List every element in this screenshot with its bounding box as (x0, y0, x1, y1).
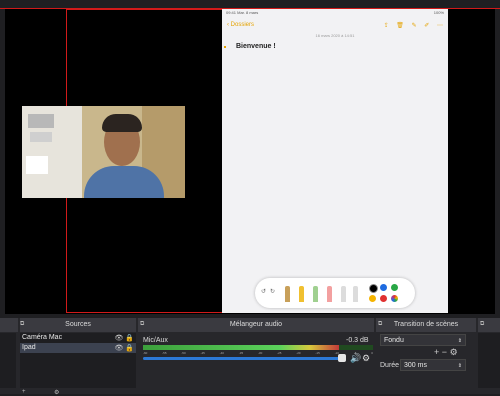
color-picker-icon[interactable] (391, 295, 398, 302)
lock-icon[interactable]: 🔒 (125, 335, 134, 342)
color-green[interactable] (391, 284, 398, 291)
remove-transition-icon[interactable]: − (442, 347, 447, 357)
volume-slider-knob[interactable] (338, 354, 346, 362)
pencil-tool-icon[interactable] (313, 286, 318, 302)
meter-tick-label: -30 (257, 351, 263, 355)
duration-value: 300 ms (404, 362, 427, 369)
transition-selected: Fondu (384, 337, 404, 344)
lasso-tool-icon[interactable] (341, 286, 346, 302)
transition-settings-icon[interactable]: ⚙ (450, 347, 458, 357)
meter-tick-label: -20 (296, 351, 301, 355)
source-item-camera[interactable]: Caméra Mac 👁 🔒 (20, 333, 136, 343)
audio-meter (143, 345, 373, 350)
meter-tick-label: -25 (277, 351, 282, 355)
ipad-status-right: 100% (433, 10, 444, 15)
back-button[interactable]: ‹ Dossiers (227, 22, 254, 28)
camera-poster-1 (28, 114, 54, 128)
trash-icon[interactable]: 🗑 (396, 23, 404, 29)
camera-poster-2 (30, 132, 52, 142)
pen-tool-icon[interactable] (285, 286, 290, 302)
color-yellow[interactable] (369, 295, 376, 302)
mixer-dock-icon[interactable]: ⧉ (140, 321, 144, 328)
redo-icon[interactable]: ↻ (270, 288, 275, 295)
meter-tick-label: -60 (143, 351, 148, 355)
marker-tool-icon[interactable] (299, 286, 304, 302)
ipad-notes-toolbar: ‹ Dossiers ⇪ 🗑 ✎ ✐ ⋯ (222, 19, 448, 31)
lock-icon[interactable]: 🔒 (125, 345, 134, 352)
undo-icon[interactable]: ↺ (261, 288, 266, 295)
audio-meter-fill (143, 345, 339, 350)
pencil-palette: ↺ ↻ (255, 278, 415, 308)
source-label: Caméra Mac (22, 334, 63, 341)
transition-select[interactable]: Fondu ⇕ (380, 334, 466, 346)
transition-buttons: + − ⚙ (434, 347, 458, 358)
mixer-level: -0.3 dB (346, 337, 369, 344)
eraser-tool-icon[interactable] (327, 286, 332, 302)
note-date: 16 mars 2020 à 14:51 (315, 33, 355, 38)
sources-list[interactable]: Caméra Mac 👁 🔒 Ipad 👁 🔒 (20, 333, 136, 388)
meter-tick-label: -40 (219, 351, 224, 355)
text-cursor (224, 46, 226, 48)
volume-slider[interactable] (143, 357, 343, 360)
meter-tick-label: -45 (200, 351, 205, 355)
color-black[interactable] (369, 284, 378, 293)
duration-label: Durée (380, 362, 400, 369)
camera-source-feed[interactable] (22, 106, 185, 198)
meter-tick-label: -55 (162, 351, 167, 355)
sources-header: Sources (20, 318, 136, 332)
eye-icon[interactable]: 👁 (114, 345, 123, 352)
back-label: Dossiers (230, 22, 255, 28)
ipad-status-bar: 09:41 Mar. 8 mars 100% (222, 9, 448, 19)
compose-icon[interactable]: ✐ (424, 23, 429, 29)
color-blue[interactable] (380, 284, 387, 291)
mixer-title: Mélangeur audio (229, 321, 283, 328)
mixer-header: Mélangeur audio (138, 318, 374, 332)
transitions-title: Transition de scènes (393, 321, 459, 328)
scenes-header (0, 318, 18, 332)
gear-icon[interactable]: ⚙ (362, 353, 370, 364)
ipad-source-feed[interactable]: 09:41 Mar. 8 mars 100% ‹ Dossiers ⇪ 🗑 ✎ … (222, 9, 448, 313)
share-icon[interactable]: ⇪ (384, 23, 389, 29)
stepper-icon[interactable]: ⇕ (458, 360, 465, 372)
duration-input[interactable]: 300 ms ⇕ (400, 359, 466, 371)
note-title[interactable]: Bienvenue ! (236, 43, 448, 50)
chevron-updown-icon: ⇕ (457, 338, 462, 344)
camera-person-hair (102, 114, 142, 132)
pen-icon[interactable]: ✎ (412, 23, 417, 29)
meter-tick-label: -15 (315, 351, 320, 355)
controls-dock-icon[interactable]: ⧉ (480, 321, 484, 328)
camera-chart (26, 156, 48, 174)
meter-tick-label: 0 (371, 351, 373, 355)
controls-panel (478, 333, 500, 388)
sources-title: Sources (65, 321, 91, 328)
ipad-status-left: 09:41 Mar. 8 mars (226, 10, 259, 15)
mixer-channel-name: Mic/Aux (143, 337, 168, 344)
meter-tick-label: -50 (181, 351, 186, 355)
source-settings-icon[interactable]: ⚙ (54, 389, 59, 396)
speaker-icon[interactable]: 🔊 (350, 353, 361, 364)
color-red[interactable] (380, 295, 387, 302)
add-transition-icon[interactable]: + (434, 347, 439, 357)
source-item-ipad[interactable]: Ipad 👁 🔒 (20, 343, 136, 353)
sources-dock-icon[interactable]: ⧉ (20, 321, 24, 328)
more-icon[interactable]: ⋯ (437, 23, 443, 29)
eye-icon[interactable]: 👁 (114, 335, 123, 342)
meter-tick-label: -35 (238, 351, 244, 355)
transitions-dock-icon[interactable]: ⧉ (378, 321, 382, 328)
ipad-tools: ⇪ 🗑 ✎ ✐ ⋯ (378, 22, 443, 29)
scenes-list[interactable] (0, 333, 16, 388)
transitions-header: Transition de scènes (376, 318, 476, 332)
ruler-tool-icon[interactable] (353, 286, 358, 302)
add-source-icon[interactable]: + (22, 389, 26, 395)
source-label: Ipad (22, 344, 36, 351)
